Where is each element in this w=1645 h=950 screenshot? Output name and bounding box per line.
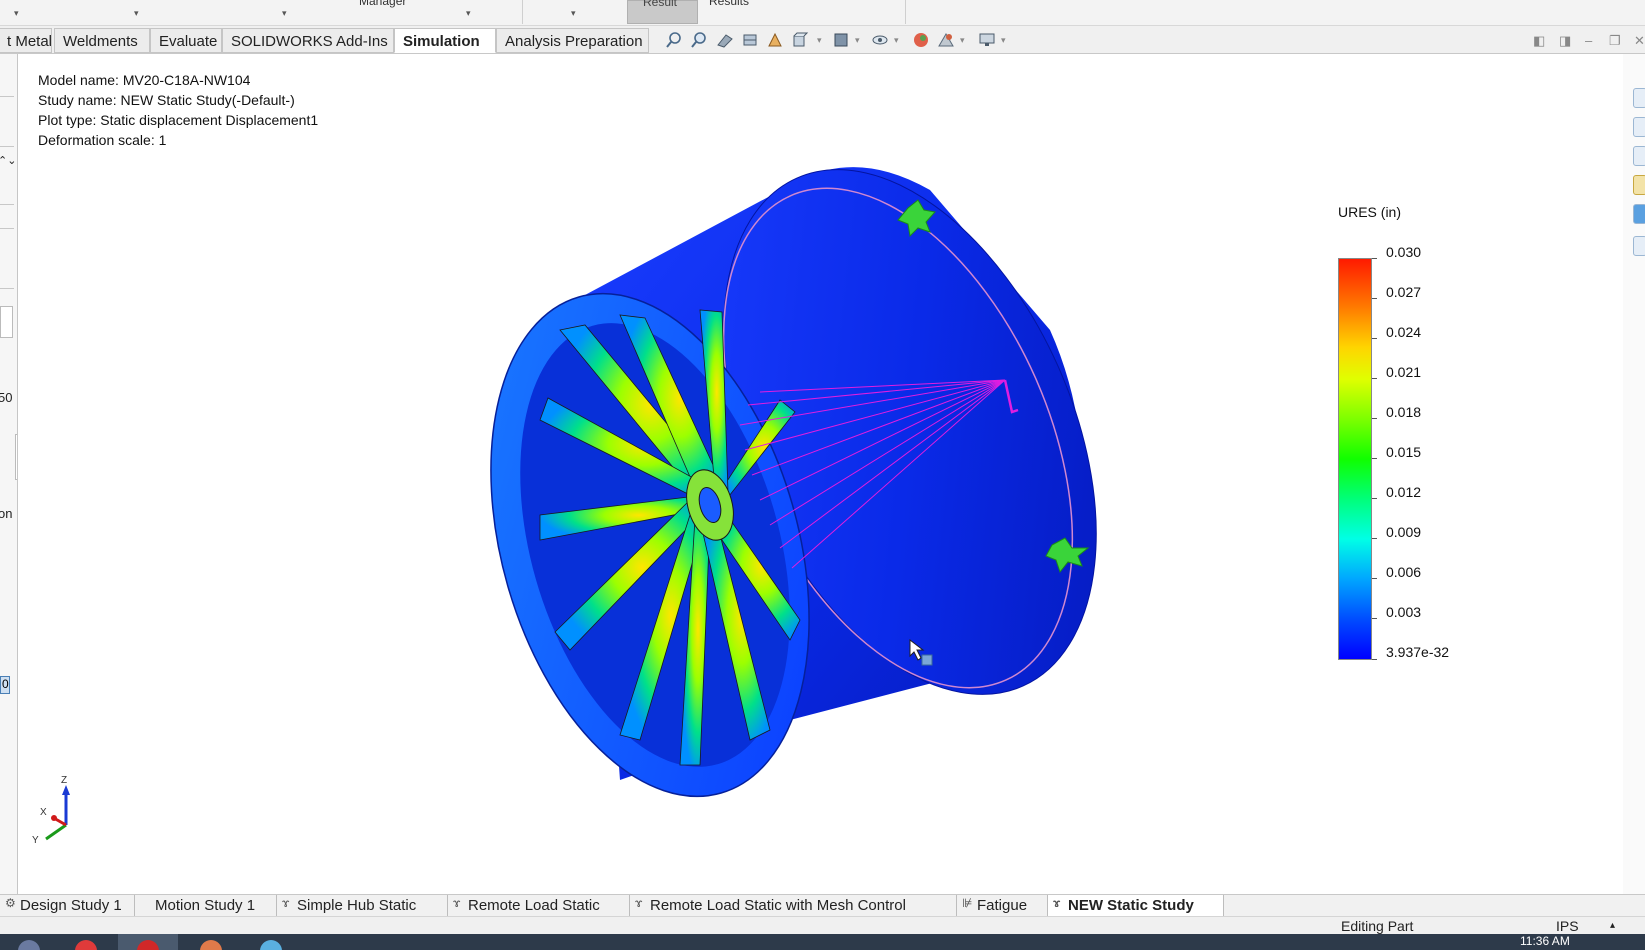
status-editing: Editing Part xyxy=(1341,918,1414,934)
legend-tick xyxy=(1372,458,1377,459)
tab-new-static-study[interactable]: ɤ NEW Static Study xyxy=(1048,895,1224,917)
windows-taskbar: 11:36 AM xyxy=(0,934,1645,950)
simulation-study-icon: ɤ xyxy=(1053,896,1061,910)
tab-label: NEW Static Study xyxy=(1068,897,1194,914)
legend-tick xyxy=(1372,498,1377,499)
tab-label: Motion Study 1 xyxy=(155,897,256,914)
design-library-icon[interactable] xyxy=(1633,146,1645,166)
simulation-study-icon: ɤ xyxy=(635,896,643,910)
legend-tick xyxy=(1372,298,1377,299)
legend-label: 0.015 xyxy=(1386,444,1422,460)
taskbar-app-icon[interactable] xyxy=(260,940,282,950)
tab-label: Remote Load Static xyxy=(468,897,600,914)
taskbar-app-icon[interactable] xyxy=(75,940,97,950)
file-explorer-icon[interactable] xyxy=(1633,175,1645,195)
legend-label: 3.937e-32 xyxy=(1386,644,1450,660)
tab-label: Fatigue xyxy=(977,897,1028,914)
tab-remote-load-static[interactable]: ɤ Remote Load Static xyxy=(448,895,630,917)
resources-icon[interactable] xyxy=(1633,117,1645,137)
simulation-study-icon: ɤ xyxy=(282,896,290,910)
axis-x-label: X xyxy=(40,807,47,818)
tab-label: Design Study 1 xyxy=(20,897,122,914)
legend-tick xyxy=(1372,338,1377,339)
legend-label: 0.027 xyxy=(1386,284,1422,300)
legend-label: 0.021 xyxy=(1386,364,1422,380)
legend-label: 0.024 xyxy=(1386,324,1422,340)
tab-motion-study[interactable]: Motion Study 1 xyxy=(135,895,277,917)
legend-tick xyxy=(1372,659,1377,660)
units-selector[interactable]: IPS xyxy=(1556,918,1579,934)
taskbar-app-icon[interactable] xyxy=(18,940,40,950)
solidworks-window: ▾ ▾ ▾ Manager ▾ ▾ Result Results t Metal… xyxy=(0,0,1645,950)
taskbar-app-icon[interactable] xyxy=(200,940,222,950)
legend-label: 0.012 xyxy=(1386,484,1422,500)
legend-tick xyxy=(1372,578,1377,579)
tab-remote-load-mesh[interactable]: ɤ Remote Load Static with Mesh Control xyxy=(630,895,957,917)
legend-tick xyxy=(1372,418,1377,419)
legend-color-bar[interactable] xyxy=(1338,258,1372,660)
units-up-arrow-icon[interactable]: ▴ xyxy=(1610,920,1615,931)
cursor-badge-icon xyxy=(921,654,933,666)
axis-z-label: Z xyxy=(61,775,67,786)
legend-label: 0.018 xyxy=(1386,404,1422,420)
taskbar-clock[interactable]: 11:36 AM xyxy=(1520,934,1570,948)
fatigue-study-icon: ⊯ xyxy=(962,896,973,910)
legend-tick xyxy=(1372,618,1377,619)
legend-title: URES (in) xyxy=(1338,204,1402,220)
tab-label: Simple Hub Static xyxy=(297,897,417,914)
tab-design-study[interactable]: ⚙ Design Study 1 xyxy=(0,895,135,917)
axis-triad: Z X Y xyxy=(32,775,70,845)
legend-label: 0.030 xyxy=(1386,244,1422,260)
study-tabs: ⚙ Design Study 1 Motion Study 1 ɤ Simple H… xyxy=(0,894,1645,917)
legend-label: 0.006 xyxy=(1386,564,1422,580)
legend-tick xyxy=(1372,538,1377,539)
legend-label: 0.003 xyxy=(1386,604,1422,620)
legend-label: 0.009 xyxy=(1386,524,1422,540)
design-study-icon: ⚙ xyxy=(5,896,16,910)
home-icon[interactable] xyxy=(1633,88,1645,108)
custom-properties-icon[interactable] xyxy=(1633,236,1645,256)
legend-tick xyxy=(1372,378,1377,379)
legend-tick xyxy=(1372,258,1377,259)
status-bar: Editing Part IPS ▴ xyxy=(0,916,1645,934)
tab-simple-hub-static[interactable]: ɤ Simple Hub Static xyxy=(277,895,448,917)
tab-label: Remote Load Static with Mesh Control xyxy=(650,897,906,914)
tab-fatigue[interactable]: ⊯ Fatigue xyxy=(957,895,1048,917)
wheel-displacement-plot[interactable] xyxy=(0,0,1645,950)
simulation-study-icon: ɤ xyxy=(453,896,461,910)
appearances-icon[interactable] xyxy=(1633,204,1645,224)
axis-y-label: Y xyxy=(32,835,39,845)
